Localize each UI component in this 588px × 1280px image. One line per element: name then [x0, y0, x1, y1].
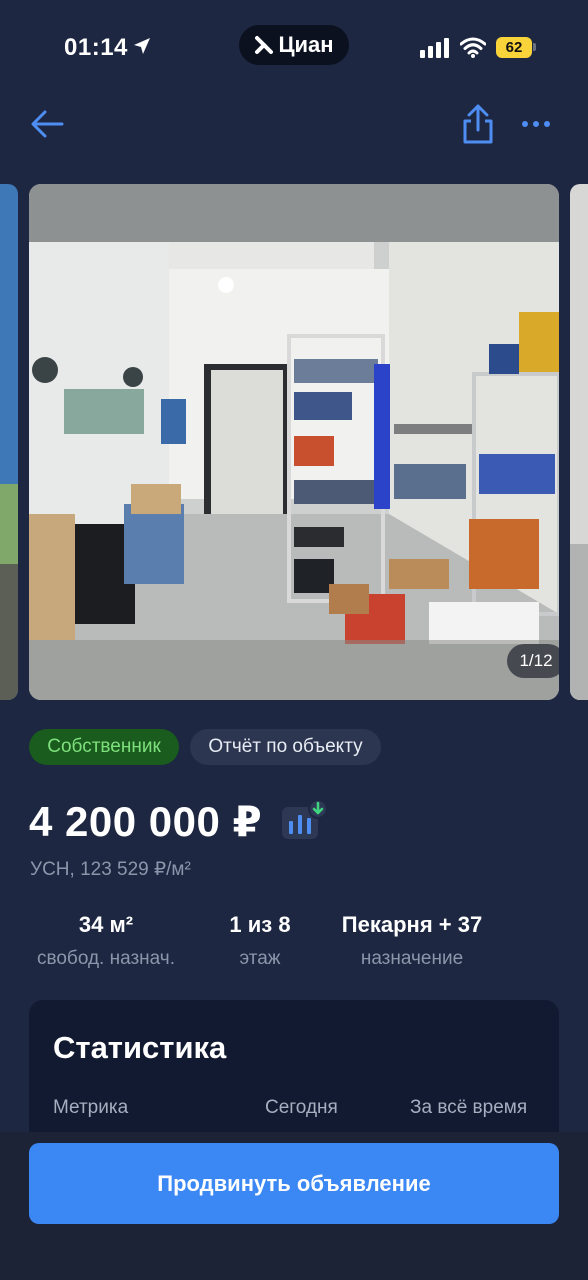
app-name: Циан [278, 32, 334, 57]
share-icon[interactable] [458, 102, 498, 146]
photo-counter: 1/12 [507, 644, 559, 678]
photo-counter-text: 1/12 [519, 651, 553, 670]
location-arrow-icon [134, 38, 150, 54]
fact-label: назначение [360, 948, 464, 969]
status-bar: 01:14 Циан 62 [0, 0, 588, 96]
fact-purpose[interactable]: Пекарня + 37 назначение [334, 912, 490, 970]
main-photo[interactable]: 1/12 [29, 184, 559, 700]
report-button[interactable]: Отчёт по объекту [190, 729, 381, 765]
fact-label: этаж [239, 948, 281, 969]
fact-label: свобод. назнач. [36, 948, 175, 969]
fact-value: 34 м² [78, 912, 134, 937]
report-button-label: Отчёт по объекту [208, 736, 363, 757]
app-indicator-pill[interactable]: Циан [239, 25, 349, 65]
fact-value: Пекарня + 37 [341, 912, 483, 937]
cian-logo-icon [255, 36, 274, 54]
battery-level: 62 [505, 39, 523, 56]
next-photo[interactable] [570, 184, 588, 700]
statistics-title: Статистика [53, 1030, 227, 1065]
wifi-icon [460, 37, 486, 58]
owner-tag: Собственник [29, 729, 179, 765]
price: 4 200 000 ₽ [29, 798, 263, 845]
fact-area: 34 м² свобод. назнач. [28, 912, 184, 970]
battery-indicator: 62 [496, 37, 532, 58]
stats-column-header: Сегодня [265, 1097, 338, 1118]
owner-tag-label: Собственник [47, 736, 161, 757]
status-time: 01:14 [64, 34, 128, 61]
back-arrow-icon[interactable] [28, 104, 68, 144]
promote-button[interactable]: Продвинуть объявление [29, 1143, 559, 1224]
more-dots-icon[interactable] [516, 104, 556, 144]
previous-photo[interactable] [0, 184, 18, 700]
fact-floor: 1 из 8 этаж [215, 912, 305, 970]
stats-column-header: Метрика [53, 1097, 129, 1118]
stats-column-header: За всё время [410, 1097, 528, 1118]
price-chart-icon[interactable] [280, 797, 330, 841]
photo-gallery[interactable]: 1/12 [0, 184, 588, 700]
signal-icon [420, 38, 449, 58]
battery-tip [533, 43, 536, 51]
fact-value: 1 из 8 [229, 912, 291, 937]
promote-button-label: Продвинуть объявление [157, 1170, 431, 1196]
price-per-meter: УСН, 123 529 ₽/м² [30, 859, 191, 880]
